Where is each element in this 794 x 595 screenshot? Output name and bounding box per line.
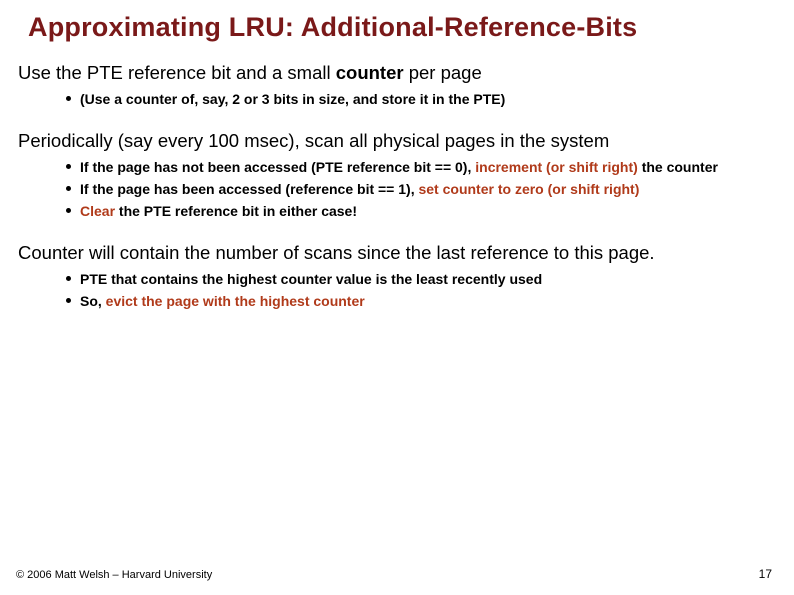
bullet-pre: If the page has not been accessed (PTE r… (80, 159, 475, 175)
slide-container: Approximating LRU: Additional-Reference-… (0, 0, 794, 595)
bullet-accent: increment (or shift right) (475, 159, 638, 175)
page-number: 17 (759, 567, 772, 581)
section-1-heading: Use the PTE reference bit and a small co… (18, 61, 776, 84)
section-3-heading: Counter will contain the number of scans… (18, 241, 776, 264)
section-1-bold: counter (336, 62, 404, 83)
bullet-accent: Clear (80, 203, 115, 219)
section-3-bullets: PTE that contains the highest counter va… (18, 270, 776, 311)
section-3-text: Counter will contain the number of scans… (18, 241, 776, 264)
section-1-bullets: (Use a counter of, say, 2 or 3 bits in s… (18, 90, 776, 109)
bullet-post: the PTE reference bit in either case! (115, 203, 357, 219)
list-item: (Use a counter of, say, 2 or 3 bits in s… (66, 90, 776, 109)
section-1-text-c: per page (404, 62, 482, 83)
bullet-pre: So, (80, 293, 106, 309)
list-item: Clear the PTE reference bit in either ca… (66, 202, 776, 221)
bullet-pre: If the page has been accessed (reference… (80, 181, 418, 197)
list-item: PTE that contains the highest counter va… (66, 270, 776, 289)
bullet-accent: evict the page with the highest counter (106, 293, 365, 309)
bullet-post: the counter (638, 159, 718, 175)
section-2-heading: Periodically (say every 100 msec), scan … (18, 129, 776, 152)
slide-title: Approximating LRU: Additional-Reference-… (28, 12, 776, 43)
list-item: If the page has not been accessed (PTE r… (66, 158, 776, 177)
footer-copyright: © 2006 Matt Welsh – Harvard University (16, 569, 212, 581)
section-2-bullets: If the page has not been accessed (PTE r… (18, 158, 776, 221)
section-1-text-a: Use the PTE reference bit and a small (18, 62, 336, 83)
list-item: So, evict the page with the highest coun… (66, 292, 776, 311)
section-2-text: Periodically (say every 100 msec), scan … (18, 129, 776, 152)
list-item: If the page has been accessed (reference… (66, 180, 776, 199)
bullet-accent: set counter to zero (or shift right) (418, 181, 639, 197)
